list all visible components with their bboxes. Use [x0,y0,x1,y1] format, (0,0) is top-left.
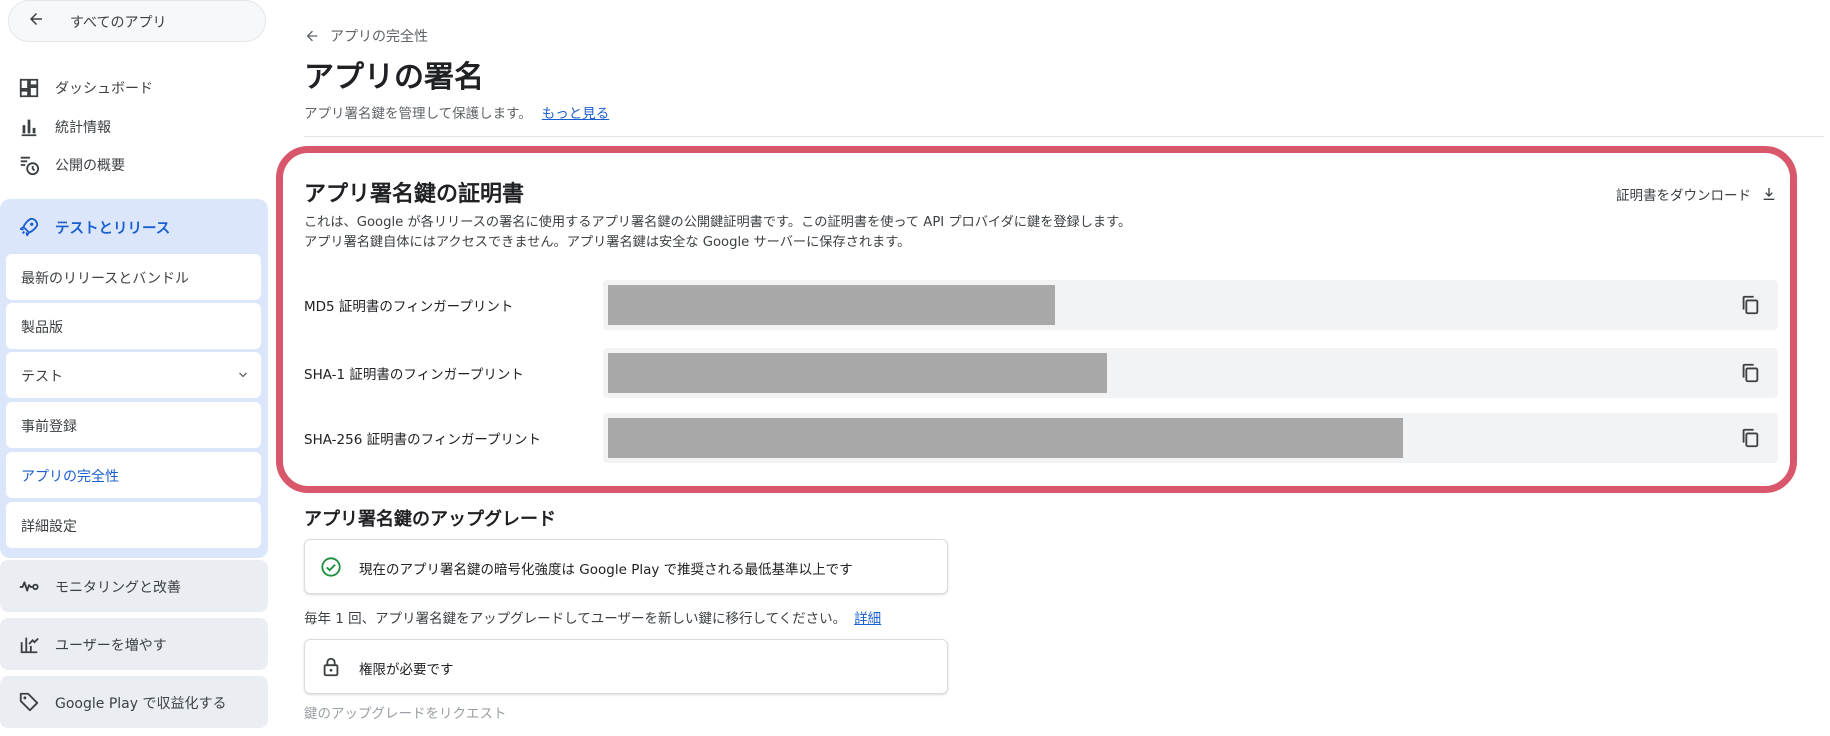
rocket-icon [19,217,39,237]
download-icon [1763,188,1775,200]
all-apps-label: すべてのアプリ [70,15,167,31]
page-subtitle-text: アプリ署名鍵を管理して保護します。 [304,106,532,122]
certificate-description-line2: アプリ署名鍵自体にはアクセスできません。アプリ署名鍵は安全な Google サー… [304,235,911,250]
fingerprint-label: SHA-1 証明書のフィンガープリント [304,367,524,383]
sidebar-item-production[interactable]: 製品版 [6,303,261,349]
md5-fingerprint-field[interactable] [603,280,1778,330]
sidebar-group-label: テストとリリース [55,221,171,237]
sidebar: すべてのアプリ ダッシュボード 統計情報 公開の概要 テストとリリース 最新のリ… [0,0,274,736]
sidebar-item-label: 統計情報 [55,120,111,136]
sidebar-item-monitor-and-improve[interactable]: モニタリングと改善 [0,560,268,612]
sidebar-item-grow-users[interactable]: ユーザーを増やす [0,618,268,670]
breadcrumb[interactable]: アプリの完全性 [304,26,428,46]
sidebar-item-publishing-overview[interactable]: 公開の概要 [0,146,270,182]
request-key-upgrade-button[interactable]: 鍵のアップグレードをリクエスト [304,702,507,722]
key-upgrade-title: アプリ署名鍵のアップグレード [304,509,556,530]
sidebar-item-advanced-settings[interactable]: 詳細設定 [6,502,261,548]
lock-icon [323,657,339,677]
sidebar-item-monetize[interactable]: Google Play で収益化する [0,676,268,728]
dashboard-icon [19,78,39,98]
redacted-value [608,353,1107,393]
growth-icon [20,637,39,654]
upgrade-note-text: 毎年 1 回、アプリ署名鍵をアップグレードしてユーザーを新しい鍵に移行してくださ… [304,611,847,627]
sidebar-item-label: アプリの完全性 [21,469,119,485]
sidebar-item-label: 最新のリリースとバンドル [21,271,189,287]
breadcrumb-label: アプリの完全性 [330,29,428,45]
bar-chart-icon [21,119,37,137]
sidebar-item-label: ユーザーを増やす [55,638,167,654]
sidebar-item-label: テスト [21,369,63,385]
chevron-down-icon [239,372,247,378]
arrow-left-icon [306,30,318,42]
tag-icon [19,692,39,712]
permission-required-text: 権限が必要です [359,662,454,678]
sidebar-item-label: 事前登録 [21,419,77,435]
key-strength-status: 現在のアプリ署名鍵の暗号化強度は Google Play で推奨される最低基準以… [304,539,948,594]
publishing-overview-icon [20,156,40,176]
sidebar-item-dashboard[interactable]: ダッシュボード [0,69,270,105]
fingerprint-label: SHA-256 証明書のフィンガープリント [304,432,542,448]
vitals-icon [19,581,39,592]
arrow-left-icon [30,13,42,25]
sidebar-item-label: 詳細設定 [21,519,77,535]
copy-icon[interactable] [1739,362,1761,384]
sidebar-item-label: モニタリングと改善 [55,580,181,596]
sha256-fingerprint-row: SHA-256 証明書のフィンガープリント [304,413,1778,463]
sidebar-item-label: Google Play で収益化する [55,696,227,712]
details-link[interactable]: 詳細 [854,611,881,627]
learn-more-link[interactable]: もっと見る [542,106,610,122]
certificate-section-title: アプリ署名鍵の証明書 [304,182,525,207]
sidebar-item-label: 公開の概要 [55,158,125,174]
sidebar-item-label: ダッシュボード [55,81,153,97]
redacted-value [608,285,1055,325]
certificate-description-line1: これは、Google が各リリースの署名に使用するアプリ署名鍵の公開鍵証明書です… [304,215,1132,230]
divider [304,136,1824,137]
sha1-fingerprint-field[interactable] [603,348,1778,398]
page-title: アプリの署名 [304,60,484,95]
download-certificate-button[interactable]: 証明書をダウンロード [1616,184,1777,204]
key-strength-text: 現在のアプリ署名鍵の暗号化強度は Google Play で推奨される最低基準以… [359,562,853,578]
page-subtitle: アプリ署名鍵を管理して保護します。 もっと見る [304,102,609,122]
fingerprint-label: MD5 証明書のフィンガープリント [304,299,514,315]
check-circle-icon [321,557,341,577]
all-apps-button[interactable]: すべてのアプリ [8,0,266,42]
sidebar-item-latest-releases[interactable]: 最新のリリースとバンドル [6,254,261,300]
certificate-description: これは、Google が各リリースの署名に使用するアプリ署名鍵の公開鍵証明書です… [304,213,1131,253]
md5-fingerprint-row: MD5 証明書のフィンガープリント [304,280,1778,330]
sidebar-item-label: 製品版 [21,320,63,336]
sha256-fingerprint-field[interactable] [603,413,1778,463]
redacted-value [608,418,1403,458]
sidebar-item-pre-registration[interactable]: 事前登録 [6,402,261,448]
sidebar-item-app-integrity[interactable]: アプリの完全性 [6,452,261,498]
copy-icon[interactable] [1739,294,1761,316]
permission-required-box: 権限が必要です [304,639,948,694]
copy-icon[interactable] [1739,427,1761,449]
sidebar-item-statistics[interactable]: 統計情報 [0,108,270,144]
sidebar-item-testing[interactable]: テスト [6,352,261,398]
upgrade-note: 毎年 1 回、アプリ署名鍵をアップグレードしてユーザーを新しい鍵に移行してくださ… [304,607,881,627]
download-certificate-label: 証明書をダウンロード [1616,188,1751,204]
sha1-fingerprint-row: SHA-1 証明書のフィンガープリント [304,348,1778,398]
